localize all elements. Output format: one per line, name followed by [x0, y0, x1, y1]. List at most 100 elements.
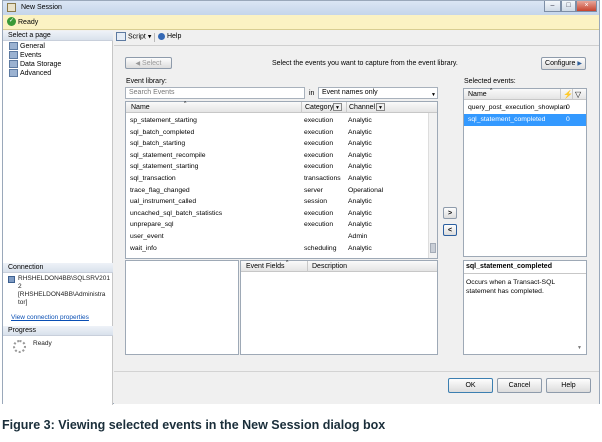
- event-channel: Analytic: [348, 209, 372, 217]
- event-category: execution: [304, 151, 334, 159]
- chevron-down-icon: ▼: [431, 92, 436, 98]
- page-item-data-storage[interactable]: Data Storage: [9, 60, 61, 69]
- sort-icon: ^: [490, 88, 493, 94]
- script-label: Script: [127, 33, 146, 41]
- connection-line: RHSHELDON4BB\SQLSRV201: [18, 275, 111, 282]
- scroll-thumb[interactable]: [430, 243, 436, 253]
- event-channel: Admin: [348, 233, 368, 240]
- event-library-grid: Name ^ Category ▼ Channel ▼ sp_statement…: [125, 101, 438, 259]
- filter-icon: ▽: [575, 90, 582, 99]
- remove-event-button[interactable]: <: [443, 224, 457, 236]
- selected-events-label: Selected events:: [464, 78, 516, 85]
- window-title: New Session: [21, 4, 62, 11]
- event-library-row[interactable]: sql_batch_completed execution Analytic: [126, 127, 428, 139]
- selected-event-row[interactable]: sql_statement_completed 0: [464, 114, 586, 126]
- view-connection-properties-link[interactable]: View connection properties: [11, 314, 89, 322]
- script-icon: [116, 32, 126, 41]
- status-bar: [3, 15, 599, 30]
- ok-button[interactable]: OK: [448, 378, 493, 393]
- event-library-row[interactable]: wait_info scheduling Analytic: [126, 243, 428, 255]
- left-pane: Select a page General Events Data Storag…: [3, 31, 113, 405]
- help-button[interactable]: Help: [158, 32, 181, 42]
- category-filter-dropdown[interactable]: ▼: [333, 103, 342, 111]
- search-events-input[interactable]: Search Events: [125, 87, 305, 99]
- sort-icon: ^: [286, 260, 289, 266]
- col-name-header[interactable]: Name: [131, 102, 150, 113]
- event-channel: Analytic: [348, 163, 372, 171]
- cancel-button[interactable]: Cancel: [497, 378, 542, 393]
- close-button[interactable]: ×: [576, 1, 597, 12]
- event-category: execution: [304, 140, 334, 148]
- script-button[interactable]: Script ▾: [116, 32, 151, 42]
- col-divider: [560, 89, 561, 100]
- col-event-fields-header[interactable]: Event Fields: [246, 261, 285, 272]
- minimize-button[interactable]: –: [544, 1, 561, 12]
- scroll-down-icon: ▼: [577, 345, 582, 351]
- event-library-scrollbar[interactable]: [428, 113, 437, 258]
- title-bar: New Session – □ ×: [3, 1, 599, 15]
- selected-event-name: query_post_execution_showplan: [468, 104, 568, 111]
- configure-button[interactable]: Configure ▶: [541, 57, 586, 70]
- channel-filter-dropdown[interactable]: ▼: [376, 103, 385, 111]
- select-button[interactable]: ◀ Select: [125, 57, 172, 69]
- event-library-row[interactable]: trace_flag_changed server Operational: [126, 185, 428, 197]
- event-library-row[interactable]: sql_batch_starting execution Analytic: [126, 138, 428, 150]
- event-name: unprepare_sql: [130, 221, 174, 229]
- search-scope-select[interactable]: Event names only ▼: [318, 87, 438, 99]
- event-channel: Analytic: [348, 128, 372, 136]
- event-fields-blank-pane: [125, 260, 239, 355]
- selected-event-row[interactable]: query_post_execution_showplan 0: [464, 102, 586, 114]
- help-icon: [158, 32, 165, 40]
- event-name: sql_transaction: [130, 175, 176, 182]
- progress-header: Progress: [3, 326, 113, 336]
- page-item-advanced[interactable]: Advanced: [9, 69, 51, 78]
- page-icon: [9, 42, 18, 51]
- event-fields-header: Event Fields ^ Description: [241, 260, 437, 272]
- event-name: wait_info: [130, 244, 157, 252]
- event-library-row[interactable]: uncached_sql_batch_statistics execution An…: [126, 208, 428, 220]
- event-description-pane: sql_statement_completed Occurs when a Tr…: [463, 260, 587, 355]
- event-channel: Analytic: [348, 151, 372, 159]
- progress-spinner-icon: [13, 340, 26, 353]
- chevron-down-icon: ▾: [147, 33, 152, 41]
- page-label: Advanced: [20, 70, 52, 77]
- page-icon: [9, 60, 18, 69]
- sort-icon: ^: [184, 101, 187, 107]
- event-category: execution: [304, 221, 334, 229]
- event-library-row[interactable]: sql_statement_recompile execution Analytic: [126, 150, 428, 162]
- page-icon: [9, 69, 18, 78]
- page-item-general[interactable]: General: [9, 42, 45, 51]
- toolbar-separator: [114, 45, 599, 46]
- event-name: sql_batch_completed: [130, 128, 195, 136]
- event-library-row[interactable]: sp_statement_starting execution Analytic: [126, 115, 428, 127]
- right-arrow-icon: ▶: [577, 61, 582, 67]
- col-selected-name-header[interactable]: Name: [468, 89, 487, 100]
- search-scope-value: Event names only: [322, 89, 378, 96]
- selected-event-name: sql_statement_completed: [468, 116, 546, 123]
- col-description-header[interactable]: Description: [312, 261, 347, 272]
- event-fields-grid: Event Fields ^ Description: [240, 260, 438, 355]
- event-channel: Analytic: [348, 198, 372, 206]
- page-item-events[interactable]: Events: [9, 51, 41, 60]
- maximize-button[interactable]: □: [561, 1, 576, 12]
- event-name: trace_flag_changed: [130, 186, 190, 194]
- col-divider: [307, 261, 308, 272]
- event-library-row[interactable]: ual_instrument_called session Analytic: [126, 196, 428, 208]
- page-icon: [9, 51, 18, 60]
- add-event-button[interactable]: >: [443, 207, 457, 219]
- page-label: Events: [20, 52, 42, 59]
- col-channel-header[interactable]: Channel: [349, 102, 375, 113]
- page-label: General: [20, 43, 45, 50]
- event-library-row[interactable]: user_event Admin: [126, 231, 428, 243]
- col-divider: [346, 102, 347, 113]
- help-footer-button[interactable]: Help: [546, 378, 591, 393]
- event-category: transactions: [304, 175, 341, 182]
- event-channel: Analytic: [348, 117, 372, 124]
- event-name: ual_instrument_called: [130, 198, 197, 206]
- event-library-row[interactable]: unprepare_sql execution Analytic: [126, 219, 428, 231]
- col-category-header[interactable]: Category: [305, 102, 333, 113]
- col-divider: [301, 102, 302, 113]
- event-library-row[interactable]: sql_statement_starting execution Analytic: [126, 161, 428, 173]
- event-library-row[interactable]: sql_transaction transactions Analytic: [126, 173, 428, 185]
- event-category: execution: [304, 209, 334, 217]
